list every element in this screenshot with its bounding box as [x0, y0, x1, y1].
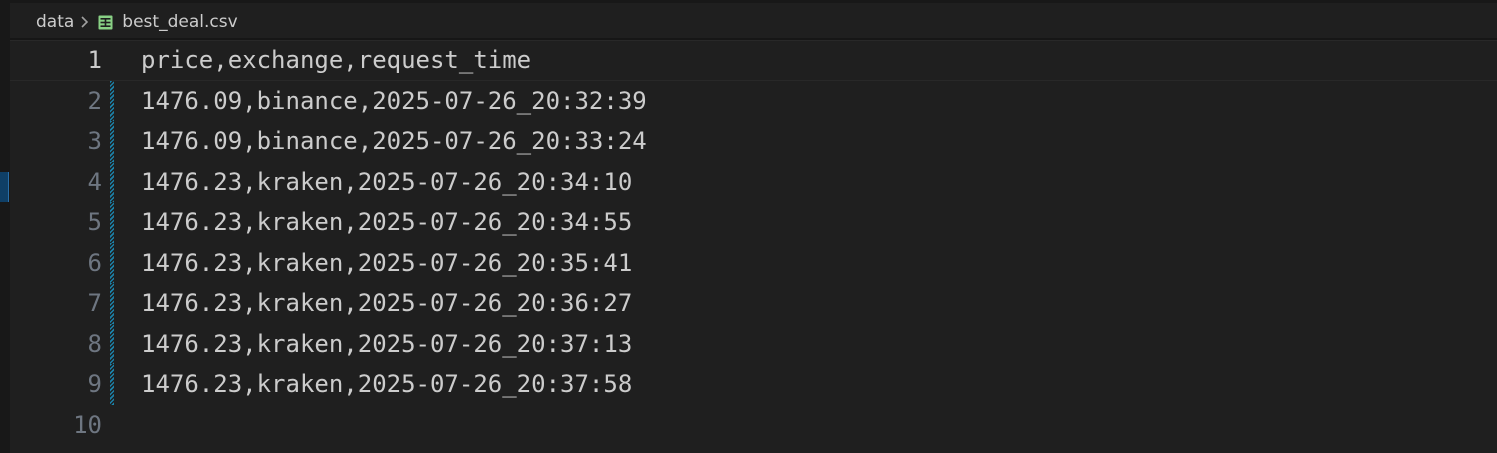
tab-bar-edge [0, 0, 1497, 3]
line-text[interactable]: 1476.23,kraken,2025-07-26_20:34:10 [141, 162, 632, 203]
line-number: 6 [87, 248, 102, 277]
modified-line-indicator[interactable] [110, 242, 114, 283]
modified-line-indicator[interactable] [110, 161, 114, 202]
code-line[interactable]: 7 1476.23,kraken,2025-07-26_20:36:27 [10, 283, 1497, 324]
line-text[interactable]: 1476.23,kraken,2025-07-26_20:35:41 [141, 243, 632, 284]
code-line[interactable]: 1 price,exchange,request_time [10, 40, 1497, 81]
code-line[interactable]: 3 1476.09,binance,2025-07-26_20:33:24 [10, 121, 1497, 162]
code-line[interactable]: 2 1476.09,binance,2025-07-26_20:32:39 [10, 80, 1497, 122]
modified-line-indicator[interactable] [110, 202, 114, 243]
line-number: 2 [87, 86, 102, 115]
modified-line-indicator[interactable] [110, 283, 114, 324]
ruler-marker [0, 172, 9, 202]
line-number: 9 [87, 370, 102, 398]
line-number: 3 [87, 127, 102, 155]
code-line[interactable]: 8 1476.23,kraken,2025-07-26_20:37:13 [10, 323, 1497, 365]
code-area[interactable]: 1 price,exchange,request_time 2 1476.09,bin… [10, 40, 1497, 445]
modified-line-indicator[interactable] [110, 364, 114, 405]
code-line[interactable]: 10 [10, 405, 1497, 446]
breadcrumb-folder[interactable]: data [36, 12, 74, 32]
breadcrumb-file[interactable]: best_deal.csv [122, 12, 237, 32]
activity-edge [0, 0, 10, 453]
table-file-icon [98, 15, 113, 30]
modified-line-indicator[interactable] [110, 121, 114, 162]
chevron-right-icon [80, 15, 90, 29]
code-line[interactable]: 4 1476.23,kraken,2025-07-26_20:34:10 [10, 161, 1497, 203]
line-text[interactable]: 1476.23,kraken,2025-07-26_20:37:58 [141, 364, 632, 405]
line-text[interactable]: 1476.09,binance,2025-07-26_20:32:39 [141, 81, 647, 122]
line-text[interactable]: 1476.23,kraken,2025-07-26_20:37:13 [141, 324, 632, 365]
modified-line-indicator[interactable] [110, 323, 114, 364]
code-line[interactable]: 9 1476.23,kraken,2025-07-26_20:37:58 [10, 364, 1497, 405]
line-text[interactable]: 1476.23,kraken,2025-07-26_20:36:27 [141, 283, 632, 324]
line-number: 1 [87, 46, 102, 74]
line-number: 4 [87, 167, 102, 196]
breadcrumb: data best_deal.csv [36, 10, 238, 34]
line-number: 10 [73, 410, 102, 439]
line-number: 8 [87, 329, 102, 358]
line-number: 5 [87, 208, 102, 236]
line-text[interactable]: 1476.09,binance,2025-07-26_20:33:24 [141, 121, 647, 162]
editor-pane: data best_deal.csv 1 price,exchange,reque… [0, 0, 1497, 453]
code-line[interactable]: 5 1476.23,kraken,2025-07-26_20:34:55 [10, 202, 1497, 243]
modified-line-indicator[interactable] [110, 80, 114, 121]
code-line[interactable]: 6 1476.23,kraken,2025-07-26_20:35:41 [10, 242, 1497, 284]
line-text[interactable]: 1476.23,kraken,2025-07-26_20:34:55 [141, 202, 632, 243]
line-number: 7 [87, 289, 102, 317]
line-text[interactable]: price,exchange,request_time [141, 40, 531, 81]
